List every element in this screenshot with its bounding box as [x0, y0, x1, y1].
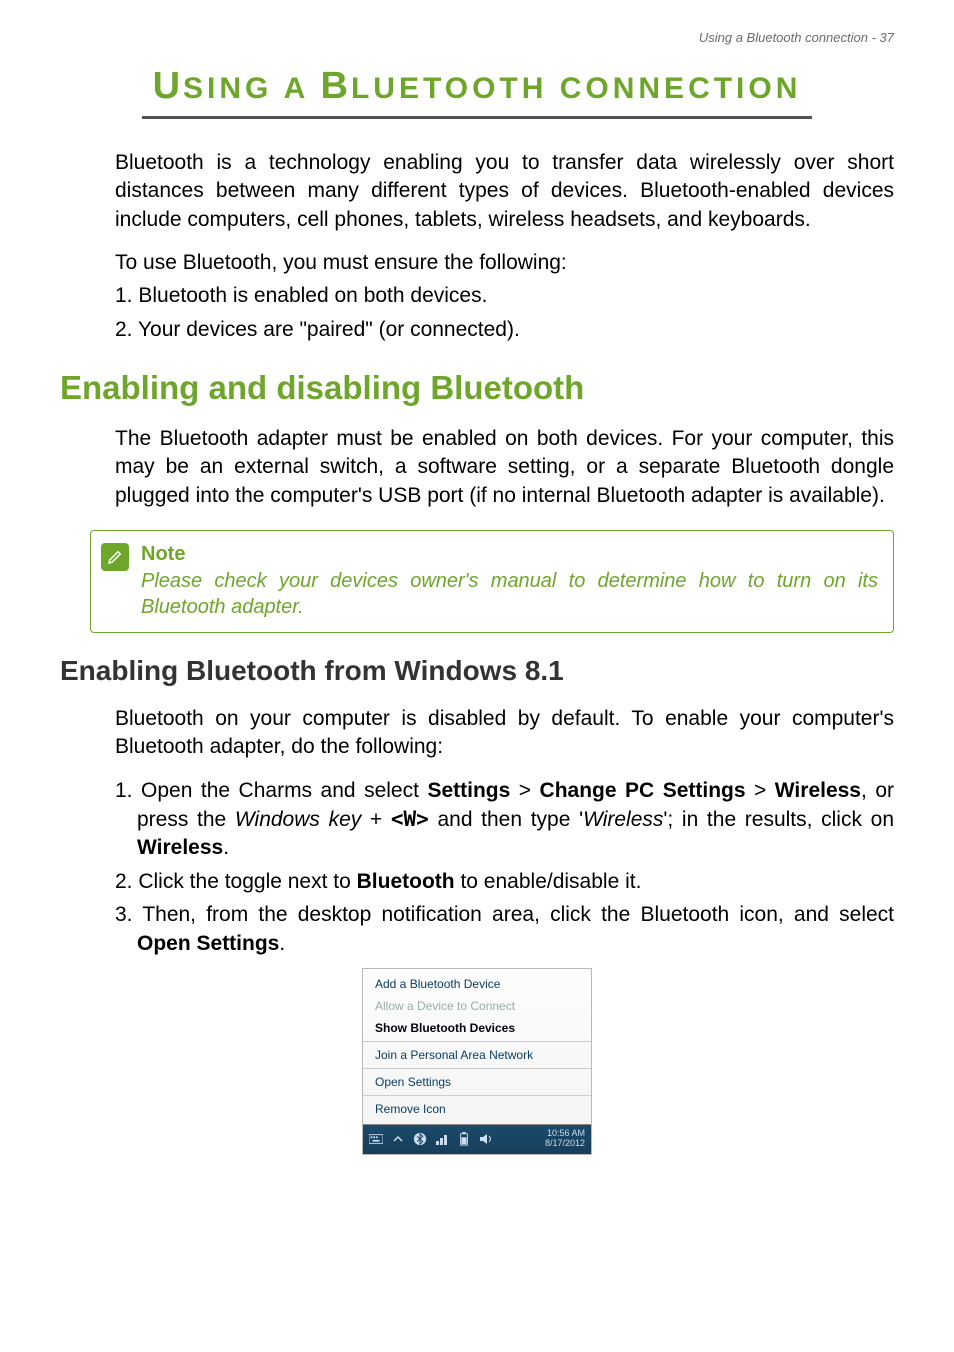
ensure-item-2: 2. Your devices are "paired" (or connect…	[115, 316, 894, 344]
menu-separator-3	[363, 1095, 591, 1096]
step2-text-a: 2. Click the toggle next to	[115, 870, 357, 893]
note-title: Note	[141, 543, 878, 566]
step1-gt1: >	[510, 779, 539, 802]
context-menu: Add a Bluetooth Device Allow a Device to…	[363, 969, 591, 1124]
step-1: 1. Open the Charms and select Settings >…	[115, 777, 894, 863]
step3-open-settings: Open Settings	[137, 932, 279, 955]
menu-item-remove-icon[interactable]: Remove Icon	[363, 1098, 591, 1120]
title-underline	[142, 116, 812, 119]
step1-text-d: '; in the results, click on	[663, 808, 894, 831]
step1-gt2: >	[746, 779, 775, 802]
menu-item-join-pan[interactable]: Join a Personal Area Network	[363, 1044, 591, 1066]
step1-windows-key: Windows key	[235, 808, 361, 831]
section-heading-enabling: Enabling and disabling Bluetooth	[60, 369, 894, 407]
taskbar-clock[interactable]: 10:56 AM 8/17/2012	[545, 1129, 585, 1149]
step3-text-a: 3. Then, from the desktop notification a…	[115, 903, 894, 926]
pencil-icon	[101, 543, 129, 571]
bluetooth-context-menu-screenshot: Add a Bluetooth Device Allow a Device to…	[362, 968, 592, 1155]
subsection-heading-win81: Enabling Bluetooth from Windows 8.1	[60, 655, 894, 687]
chevron-up-icon[interactable]	[391, 1132, 405, 1146]
bluetooth-icon[interactable]	[413, 1132, 427, 1146]
step1-w-key: <W>	[391, 807, 429, 831]
note-box: Note Please check your devices owner's m…	[90, 530, 894, 633]
step3-text-b: .	[279, 932, 285, 955]
subsection-intro: Bluetooth on your computer is disabled b…	[115, 705, 894, 762]
step1-wireless-bold1: Wireless	[775, 779, 861, 802]
step1-change-pc: Change PC Settings	[540, 779, 746, 802]
step1-text-e: .	[223, 836, 229, 859]
step2-text-b: to enable/disable it.	[455, 870, 642, 893]
volume-icon[interactable]	[479, 1132, 493, 1146]
title-cap-b: B	[321, 65, 351, 107]
menu-item-allow-connect: Allow a Device to Connect	[363, 995, 591, 1017]
title-small-1: SING A	[183, 72, 320, 105]
network-icon[interactable]	[435, 1132, 449, 1146]
step1-wireless-italic: Wireless	[583, 808, 663, 831]
menu-item-open-settings[interactable]: Open Settings	[363, 1071, 591, 1093]
title-small-2: LUETOOTH CONNECTION	[351, 72, 801, 105]
step1-settings: Settings	[427, 779, 510, 802]
menu-item-add-device[interactable]: Add a Bluetooth Device	[363, 973, 591, 995]
tray-icons	[369, 1132, 493, 1146]
keyboard-icon[interactable]	[369, 1132, 383, 1146]
step1-text-c: and then type '	[429, 808, 583, 831]
step1-text-a: 1. Open the Charms and select	[115, 779, 427, 802]
step-2: 2. Click the toggle next to Bluetooth to…	[115, 868, 894, 896]
menu-item-show-devices[interactable]: Show Bluetooth Devices	[363, 1017, 591, 1039]
taskbar: 10:56 AM 8/17/2012	[363, 1124, 591, 1154]
ensure-item-1: 1. Bluetooth is enabled on both devices.	[115, 282, 894, 310]
step-3: 3. Then, from the desktop notification a…	[115, 901, 894, 958]
page-header: Using a Bluetooth connection - 37	[60, 30, 894, 45]
clock-date: 8/17/2012	[545, 1139, 585, 1149]
page-title: USING A BLUETOOTH CONNECTION	[60, 65, 894, 108]
section-body: The Bluetooth adapter must be enabled on…	[115, 425, 894, 510]
battery-icon[interactable]	[457, 1132, 471, 1146]
intro-paragraph: Bluetooth is a technology enabling you t…	[115, 149, 894, 234]
step1-plus: +	[361, 808, 391, 831]
ensure-lead: To use Bluetooth, you must ensure the fo…	[115, 249, 894, 277]
menu-separator-1	[363, 1041, 591, 1042]
note-body: Please check your devices owner's manual…	[141, 568, 878, 620]
menu-separator-2	[363, 1068, 591, 1069]
step2-bluetooth: Bluetooth	[357, 870, 455, 893]
title-cap-u: U	[153, 65, 183, 107]
step1-wireless-bold2: Wireless	[137, 836, 223, 859]
